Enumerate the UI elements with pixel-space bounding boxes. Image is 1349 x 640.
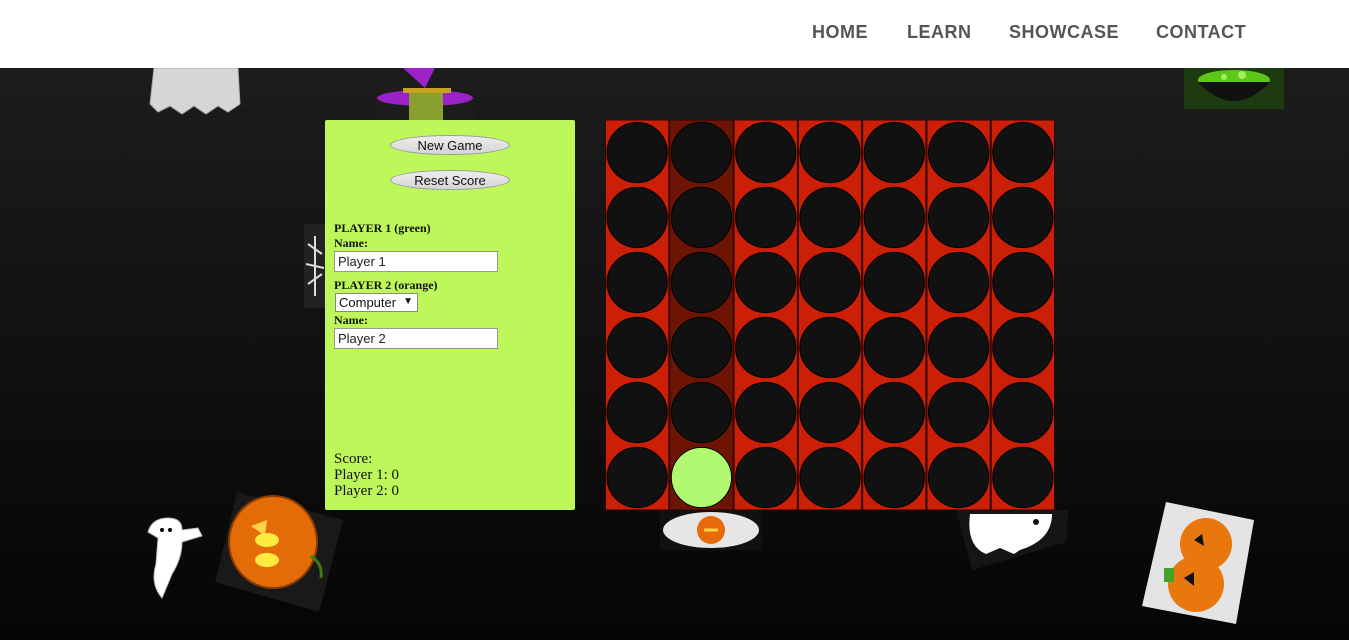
board-cell[interactable] [606,381,668,444]
control-panel: New Game Reset Score PLAYER 1 (green) Na… [325,120,575,510]
board-cell[interactable] [735,251,797,314]
board-cell[interactable] [799,121,861,184]
board-cell[interactable] [606,316,668,379]
board-cell[interactable] [863,251,925,314]
board-cell[interactable] [799,381,861,444]
board-cell[interactable] [863,316,925,379]
board-cell[interactable] [992,381,1054,444]
dropdown-arrow-icon: ▼ [403,296,413,307]
board-cell[interactable] [799,251,861,314]
witch-icon [375,68,475,120]
board-cell[interactable] [992,121,1054,184]
board-cell[interactable] [606,121,668,184]
nav-home[interactable]: HOME [812,22,868,43]
nav-learn[interactable]: LEARN [907,22,972,43]
board-cell[interactable] [670,186,733,249]
top-navigation: HOME LEARN SHOWCASE CONTACT [0,0,1349,68]
board-cell[interactable] [799,446,861,509]
board-cell[interactable] [863,381,925,444]
board-cell[interactable] [670,381,733,444]
board-cell[interactable] [927,251,990,314]
pumpkins-icon [1142,502,1254,624]
board-cell[interactable] [927,316,990,379]
lantern-icon [660,510,762,550]
player2-type-value: Computer [339,295,397,310]
board-cell[interactable] [863,446,925,509]
board-cell[interactable] [606,446,668,509]
ghost-icon [956,510,1068,570]
game-board[interactable] [605,120,1055,510]
reset-score-button[interactable]: Reset Score [390,170,510,190]
board-cell[interactable] [927,186,990,249]
board-cell[interactable] [927,381,990,444]
board-cell[interactable] [606,186,668,249]
board-cell[interactable] [670,121,733,184]
board-cell[interactable] [670,251,733,314]
nav-contact[interactable]: CONTACT [1156,22,1246,43]
board-cell[interactable] [670,316,733,379]
board-cell[interactable] [735,186,797,249]
score-title: Score: [334,451,373,467]
board-cell[interactable] [606,251,668,314]
board-cell[interactable] [927,121,990,184]
board-cell[interactable] [863,121,925,184]
board-cell[interactable] [927,446,990,509]
board-cell[interactable] [992,251,1054,314]
board-cell[interactable] [992,316,1054,379]
board-cell[interactable] [735,121,797,184]
player1-heading: PLAYER 1 (green) [334,221,431,235]
new-game-button[interactable]: New Game [390,135,510,155]
board-cell[interactable] [799,186,861,249]
ghost-icon [149,68,241,115]
player2-heading: PLAYER 2 (orange) [334,278,438,292]
player1-name-label: Name: [334,236,368,250]
board-cell[interactable] [735,316,797,379]
board-cell[interactable] [863,186,925,249]
player2-type-select[interactable]: Computer ▼ [335,293,418,312]
board-cell[interactable] [735,446,797,509]
board-cell[interactable] [992,186,1054,249]
board-cell[interactable] [992,446,1054,509]
board-cell[interactable] [735,381,797,444]
player2-name-label: Name: [334,313,368,327]
spider-icon [304,224,326,308]
player2-score: Player 2: 0 [334,483,399,499]
player1-name-input[interactable]: Player 1 [334,251,498,272]
player1-score: Player 1: 0 [334,467,399,483]
player2-name-input[interactable]: Player 2 [334,328,498,349]
cauldron-icon [1184,68,1284,109]
board-cell[interactable] [799,316,861,379]
board-piece-player1[interactable] [670,446,733,509]
nav-showcase[interactable]: SHOWCASE [1009,22,1119,43]
